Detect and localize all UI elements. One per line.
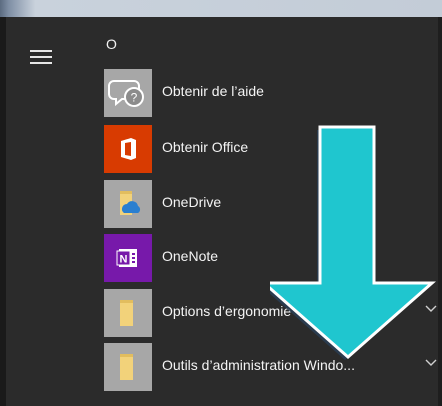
- app-item-onedrive[interactable]: OneDrive: [104, 179, 440, 228]
- folder-icon: [104, 289, 152, 337]
- app-item-label: OneNote: [162, 248, 219, 264]
- app-item-obtenir-office[interactable]: Obtenir Office: [104, 124, 440, 173]
- app-item-onenote[interactable]: N OneNote: [104, 233, 440, 282]
- app-item-label: Outils d’administration Windo...: [162, 357, 355, 373]
- app-folder-outils-administration[interactable]: Outils d’administration Windo...: [104, 342, 440, 391]
- onenote-icon: N: [104, 234, 152, 282]
- svg-text:?: ?: [131, 91, 138, 105]
- folder-icon: [104, 343, 152, 391]
- app-item-label: Options d’ergonomie: [162, 303, 292, 319]
- office-icon: [104, 125, 152, 173]
- window-top-strip: [0, 0, 442, 17]
- app-item-obtenir-aide[interactable]: ? Obtenir de l’aide: [104, 68, 440, 117]
- hamburger-menu-icon[interactable]: [30, 48, 54, 66]
- app-folder-options-ergonomie[interactable]: Options d’ergonomie: [104, 288, 440, 337]
- section-letter-header[interactable]: O: [106, 36, 117, 52]
- app-item-label: OneDrive: [162, 194, 222, 210]
- onedrive-folder-icon: [104, 180, 152, 228]
- help-chat-icon: ?: [104, 69, 152, 117]
- app-item-label: Obtenir Office: [162, 139, 249, 155]
- start-left-rail: [0, 17, 6, 406]
- app-item-label: Obtenir de l’aide: [162, 83, 264, 99]
- svg-text:N: N: [120, 254, 128, 266]
- chevron-down-icon[interactable]: [424, 302, 438, 316]
- chevron-down-icon[interactable]: [424, 356, 438, 370]
